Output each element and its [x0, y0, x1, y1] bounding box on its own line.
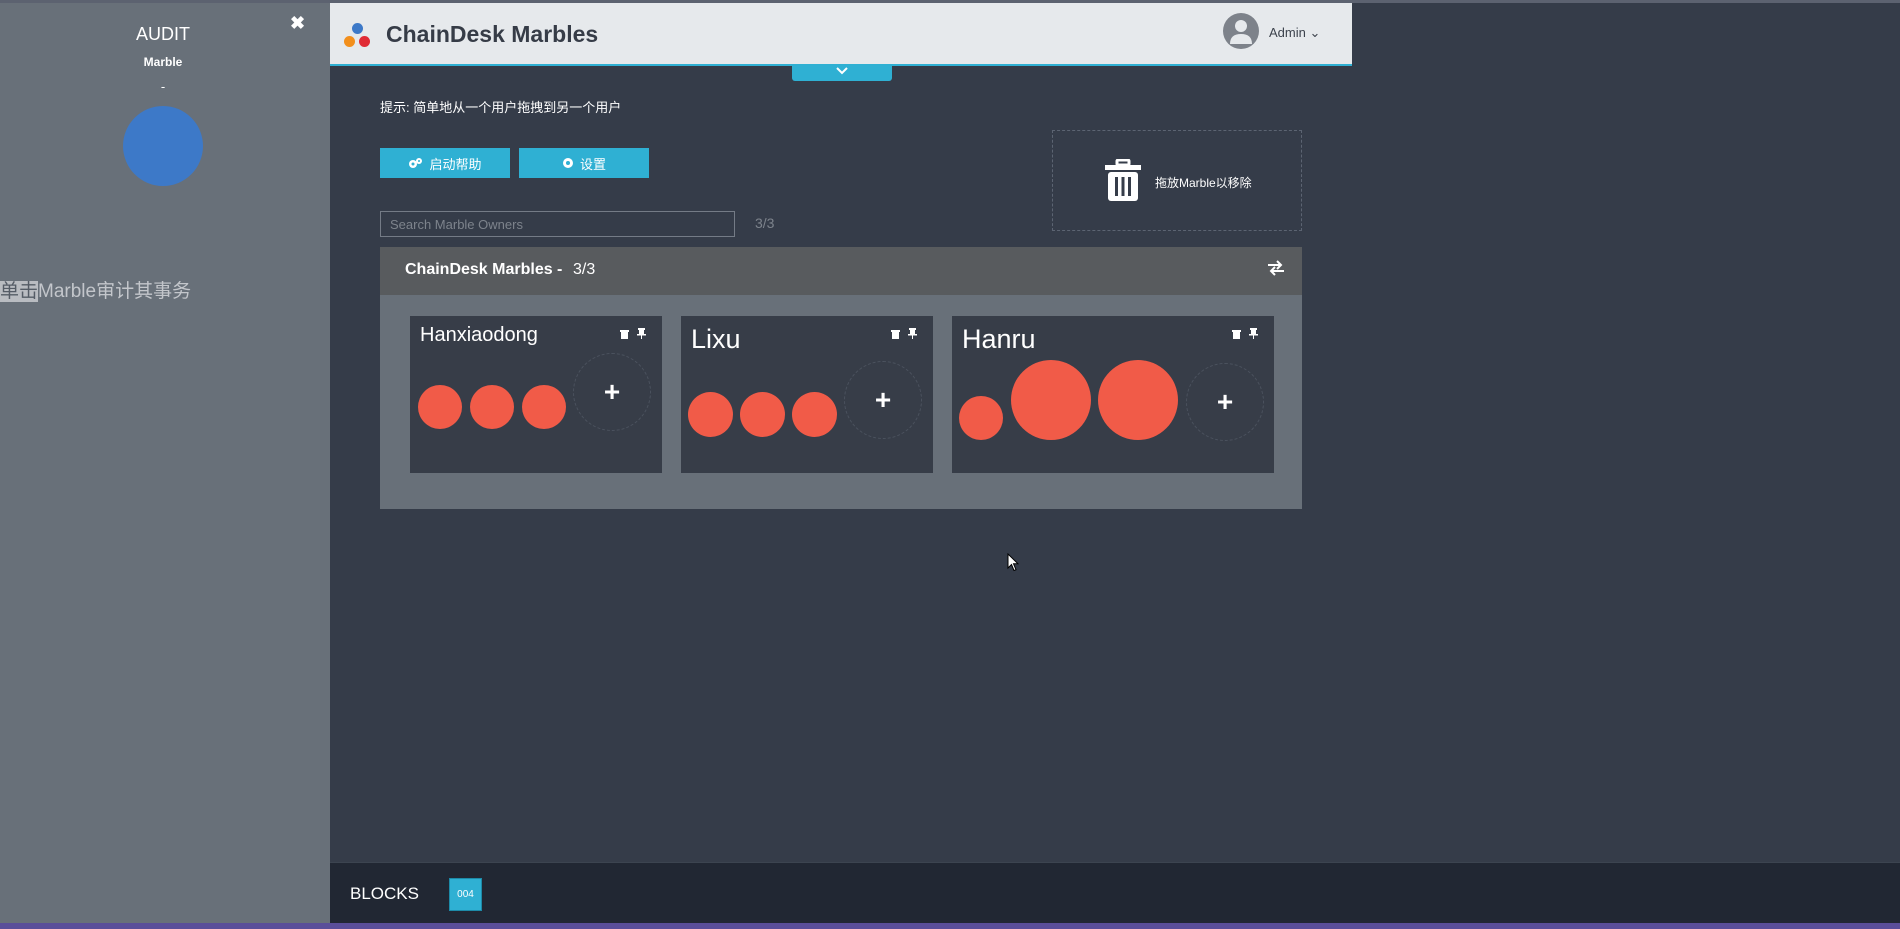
- marble[interactable]: [1011, 360, 1091, 440]
- mouse-cursor-icon: [1007, 553, 1019, 572]
- pin-icon[interactable]: [908, 326, 917, 344]
- block-item[interactable]: 004: [449, 878, 482, 911]
- tip-text: 提示: 简单地从一个用户拖拽到另一个用户: [380, 100, 622, 115]
- marble[interactable]: [418, 385, 462, 429]
- marble[interactable]: [959, 396, 1003, 440]
- gear-icon: [562, 158, 573, 168]
- expand-tab[interactable]: [792, 66, 892, 81]
- user-menu[interactable]: Admin ⌄: [1269, 25, 1320, 41]
- settings-button[interactable]: 设置: [519, 148, 649, 178]
- add-marble-button[interactable]: +: [573, 353, 651, 431]
- audit-marble: [123, 106, 203, 186]
- chevron-down-icon: [836, 67, 848, 75]
- trash-dropzone[interactable]: 拖放Marble以移除: [1052, 130, 1302, 231]
- marble[interactable]: [470, 385, 514, 429]
- app-title: ChainDesk Marbles: [386, 21, 599, 47]
- marble[interactable]: [688, 392, 733, 437]
- gears-icon: [409, 158, 423, 168]
- panel-title: ChainDesk Marbles -: [405, 261, 563, 278]
- start-help-button[interactable]: 启动帮助: [380, 148, 510, 178]
- bottom-border: [0, 923, 1900, 929]
- add-marble-button[interactable]: +: [1186, 363, 1264, 441]
- chevron-down-icon: ⌄: [1309, 25, 1321, 40]
- owner-card[interactable]: Lixu +: [681, 316, 933, 473]
- owners-panel: ChainDesk Marbles - 3/3 Hanxiaodong + Li…: [380, 247, 1302, 509]
- swap-icon[interactable]: [1267, 260, 1285, 276]
- search-count: 3/3: [755, 215, 775, 231]
- audit-subtitle: Marble: [143, 55, 183, 69]
- user-name: Admin: [1269, 25, 1306, 40]
- logo-icon: [344, 23, 372, 51]
- trash-icon[interactable]: [1232, 326, 1241, 344]
- trash-label: 拖放Marble以移除: [1155, 176, 1252, 190]
- search-input[interactable]: [380, 211, 735, 237]
- marble[interactable]: [1098, 360, 1178, 440]
- panel-header: ChainDesk Marbles - 3/3: [380, 247, 1302, 295]
- audit-hint-highlight: 单击: [0, 281, 39, 302]
- trash-icon: [1105, 159, 1141, 201]
- owner-card[interactable]: Hanru +: [952, 316, 1274, 473]
- audit-title: AUDIT: [136, 24, 190, 44]
- app-header: ChainDesk Marbles Admin ⌄: [330, 3, 1352, 66]
- pin-icon[interactable]: [1249, 326, 1258, 344]
- trash-icon[interactable]: [891, 326, 900, 344]
- add-marble-button[interactable]: +: [844, 361, 922, 439]
- owner-name: Hanru: [962, 324, 1036, 354]
- blocks-footer: BLOCKS 004: [330, 862, 1900, 924]
- trash-icon[interactable]: [620, 326, 629, 344]
- owner-name: Hanxiaodong: [420, 324, 538, 346]
- start-help-label: 启动帮助: [429, 156, 482, 172]
- audit-sidebar: AUDIT ✖ Marble - 单击Marble审计其事务: [0, 3, 330, 923]
- marble[interactable]: [740, 392, 785, 437]
- audit-hint-text: Marble审计其事务: [38, 281, 192, 302]
- close-icon[interactable]: ✖: [290, 13, 305, 34]
- settings-label: 设置: [579, 156, 606, 172]
- marble[interactable]: [792, 392, 837, 437]
- audit-marble-id: -: [160, 79, 166, 94]
- panel-count: 3/3: [573, 261, 596, 278]
- blocks-label: BLOCKS: [350, 884, 419, 903]
- pin-icon[interactable]: [637, 326, 646, 344]
- owner-card[interactable]: Hanxiaodong +: [410, 316, 662, 473]
- owner-name: Lixu: [691, 324, 741, 354]
- marble[interactable]: [522, 385, 566, 429]
- user-avatar-icon[interactable]: [1223, 13, 1259, 49]
- audit-hint: 单击Marble审计其事务: [0, 276, 191, 303]
